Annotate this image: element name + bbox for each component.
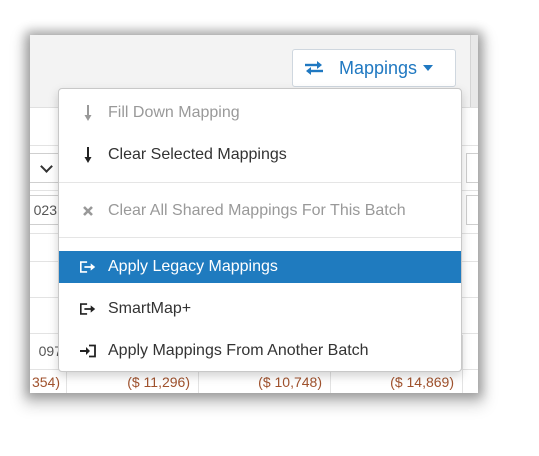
negative-amount: ($ 14,869) [390, 374, 454, 390]
grid-input[interactable] [466, 195, 478, 225]
caret-down-icon [423, 65, 434, 71]
menu-item-apply-legacy-mappings[interactable]: Apply Legacy Mappings [59, 251, 461, 283]
sign-out-icon [79, 302, 97, 316]
exchange-icon [303, 59, 325, 77]
menu-divider [59, 182, 461, 183]
menu-item-label: Apply Mappings From Another Batch [108, 342, 369, 359]
menu-item-clear-selected-mappings[interactable]: Clear Selected Mappings [59, 139, 461, 171]
mappings-dropdown-button[interactable]: Mappings [292, 49, 456, 87]
negative-amount: 354) [31, 374, 60, 390]
grid-input[interactable] [466, 153, 478, 183]
chevron-down-icon [40, 159, 53, 173]
mappings-button-label: Mappings [339, 57, 418, 78]
toolbar-edge [470, 35, 478, 107]
arrow-down-icon [79, 104, 97, 122]
sign-out-icon [79, 260, 97, 274]
menu-item-label: Clear All Shared Mappings For This Batch [108, 202, 406, 219]
menu-item-label: Fill Down Mapping [108, 104, 240, 121]
menu-item-apply-mappings-from-another-batch[interactable]: Apply Mappings From Another Batch [59, 335, 461, 367]
times-icon [79, 205, 97, 217]
menu-item-clear-all-shared-mappings[interactable]: Clear All Shared Mappings For This Batch [59, 195, 461, 227]
arrow-down-icon [79, 146, 97, 164]
menu-item-smartmap-plus[interactable]: SmartMap+ [59, 293, 461, 325]
mappings-dropdown-menu: Fill Down Mapping Clear Selected Mapping… [58, 88, 462, 372]
negative-amount: ($ 10,748) [258, 374, 322, 390]
menu-item-label: SmartMap+ [108, 300, 192, 317]
negative-amount: ($ 11,296) [127, 374, 190, 390]
menu-divider [59, 237, 461, 238]
menu-item-label: Apply Legacy Mappings [108, 258, 278, 275]
menu-item-label: Clear Selected Mappings [108, 146, 287, 163]
sign-in-icon [79, 344, 97, 358]
totals-row: 354) ($ 11,296) ($ 10,748) ($ 14,869) [30, 371, 478, 393]
menu-item-fill-down-mapping[interactable]: Fill Down Mapping [59, 97, 461, 129]
